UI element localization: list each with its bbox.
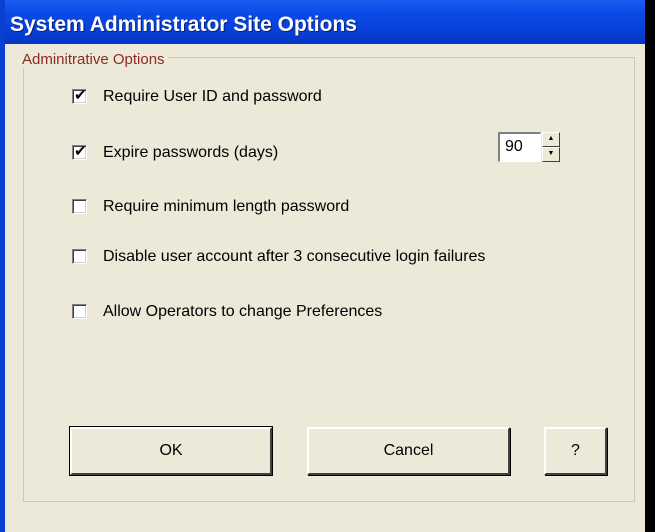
disable-account-checkbox[interactable] [72,249,87,264]
expire-passwords-label[interactable]: Expire passwords (days) [103,143,278,163]
groupbox-legend: Adminitrative Options [19,51,168,68]
expire-days-input[interactable]: 90 [498,132,541,162]
ok-button[interactable]: OK [69,426,273,476]
checkmark-icon: ✔ [74,143,87,160]
require-userid-checkbox[interactable]: ✔ [72,87,87,104]
min-length-label[interactable]: Require minimum length password [103,197,349,217]
min-length-checkbox[interactable] [72,199,87,214]
dialog-window: System Administrator Site Options Admini… [0,0,645,532]
dialog-client-area: Adminitrative Options ✔ Require User ID … [5,44,645,532]
operators-preferences-checkbox[interactable] [72,304,87,319]
ok-button-label: OK [159,442,183,459]
expire-days-spinner[interactable]: 90 ▲ ▼ [498,132,560,162]
operators-preferences-label[interactable]: Allow Operators to change Preferences [103,302,382,322]
help-button-label: ? [571,442,580,459]
cancel-button-label: Cancel [383,442,434,459]
spin-up-icon[interactable]: ▲ [542,132,560,147]
spin-down-icon[interactable]: ▼ [542,147,560,162]
help-button[interactable]: ? [544,427,607,475]
checkmark-icon: ✔ [74,87,87,104]
disable-account-label[interactable]: Disable user account after 3 consecutive… [103,247,485,267]
cancel-button[interactable]: Cancel [307,427,510,475]
window-title: System Administrator Site Options [10,13,357,36]
require-userid-label[interactable]: Require User ID and password [103,87,322,107]
title-bar[interactable]: System Administrator Site Options [0,0,645,44]
expire-passwords-checkbox[interactable]: ✔ [72,143,87,160]
window-right-edge [645,0,655,532]
